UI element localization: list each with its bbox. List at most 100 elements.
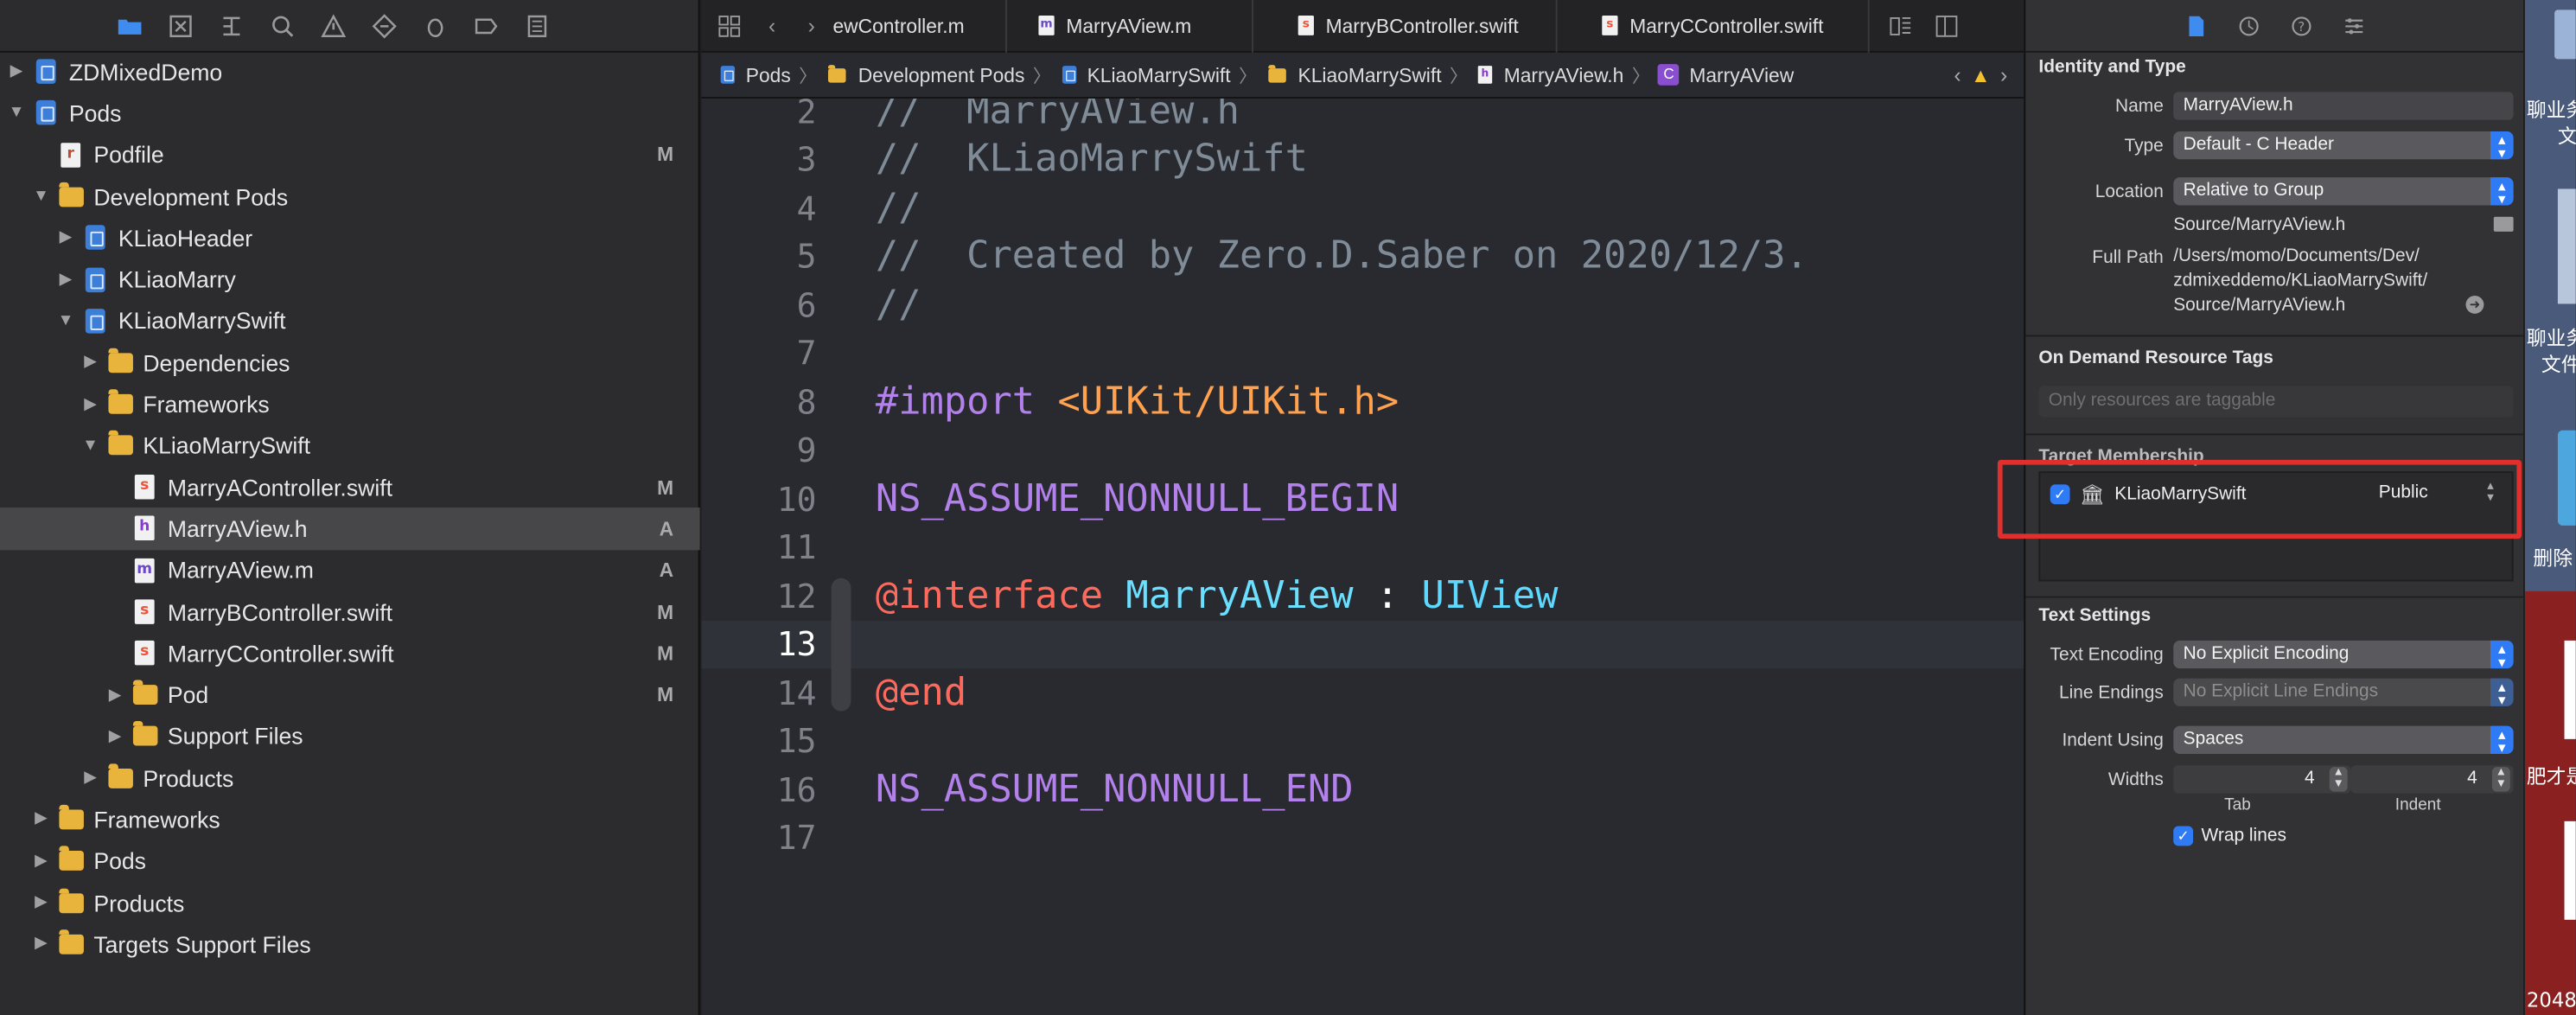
reveal-arrow-icon[interactable]: ➜	[2465, 295, 2484, 314]
file-tree-row[interactable]: ▶ Support Files	[0, 716, 700, 757]
code-line[interactable]: 8 #import <UIKit/UIKit.h>	[701, 378, 2024, 426]
disclosure-closed-icon[interactable]: ▶	[31, 810, 51, 828]
file-tree-row[interactable]: ▶ KLiaoHeader	[0, 217, 700, 259]
disclosure-closed-icon[interactable]: ▶	[7, 62, 27, 80]
disclosure-closed-icon[interactable]: ▶	[80, 769, 100, 787]
code-line[interactable]: 16 NS_ASSUME_NONNULL_END	[701, 765, 2024, 814]
related-items-icon[interactable]	[1886, 10, 1916, 40]
file-tree-row[interactable]: m MarryAView.m A	[0, 550, 700, 591]
file-tree-row[interactable]: ▶ Frameworks	[0, 383, 700, 425]
disclosure-open-icon[interactable]: ▼	[31, 188, 51, 206]
breadcrumb-kliaomarryswift-folder[interactable]: KLiaoMarrySwift	[1266, 63, 1442, 86]
debug-icon[interactable]	[421, 10, 450, 40]
code-line[interactable]: 9	[701, 426, 2024, 475]
warning-icon[interactable]	[319, 10, 348, 40]
folder-browse-icon[interactable]	[2493, 216, 2514, 232]
indent-width-stepper[interactable]: 4 ▲ ▼	[2350, 765, 2514, 794]
code-line[interactable]: 15	[701, 717, 2024, 765]
file-tree-row[interactable]: ▼ Development Pods	[0, 176, 700, 217]
file-tree-row[interactable]: ▼ Pods	[0, 93, 700, 134]
disclosure-closed-icon[interactable]: ▶	[80, 354, 100, 372]
file-tree-row[interactable]: h MarryAView.h A	[0, 507, 700, 550]
code-line[interactable]: 10 NS_ASSUME_NONNULL_BEGIN	[701, 475, 2024, 523]
file-tree-row[interactable]: ▼ KLiaoMarrySwift	[0, 425, 700, 466]
file-tree-row[interactable]: ▶ ZDMixedDemo	[0, 51, 700, 93]
desktop-file-icon[interactable]	[2564, 640, 2576, 739]
file-tree-row[interactable]: ▶ Dependencies	[0, 342, 700, 383]
tab-ewcontroller-m[interactable]: ewController.m	[826, 0, 1007, 52]
desktop-app-icon[interactable]	[2557, 430, 2576, 526]
tab-marryccontroller-swift[interactable]: s MarryCController.swift	[1558, 0, 1870, 52]
disclosure-open-icon[interactable]: ▼	[7, 105, 27, 123]
disclosure-closed-icon[interactable]: ▶	[80, 395, 100, 413]
back-arrow-icon[interactable]: ‹	[757, 10, 787, 40]
encoding-popup[interactable]: No Explicit Encoding ▴ ▾	[2173, 640, 2514, 669]
code-line[interactable]: 12 @interface MarryAView : UIView	[701, 571, 2024, 620]
tab-marryaview-m[interactable]: m MarryAView.m	[1007, 0, 1254, 52]
disclosure-closed-icon[interactable]: ▶	[31, 935, 51, 954]
attributes-icon[interactable]	[2340, 12, 2366, 38]
disclosure-open-icon[interactable]: ▼	[56, 312, 76, 330]
file-inspector-icon[interactable]	[2183, 12, 2209, 38]
disclosure-closed-icon[interactable]: ▶	[31, 852, 51, 871]
line-endings-popup[interactable]: No Explicit Line Endings ▴ ▾	[2173, 678, 2514, 707]
name-field[interactable]: MarryAView.h	[2173, 92, 2514, 120]
test-diamond-icon[interactable]	[370, 10, 399, 40]
disclosure-closed-icon[interactable]: ▶	[56, 229, 76, 247]
code-line[interactable]: 11	[701, 523, 2024, 571]
disclosure-closed-icon[interactable]: ▶	[105, 727, 125, 745]
help-icon[interactable]: ?	[2287, 12, 2313, 38]
tab-marrybcontroller-swift[interactable]: s MarryBController.swift	[1253, 0, 1558, 52]
report-icon[interactable]	[522, 10, 552, 40]
odr-tags-field[interactable]: Only resources are taggable	[2038, 386, 2514, 418]
breadcrumb-kliaomarryswift-target[interactable]: KLiaoMarrySwift	[1059, 62, 1231, 86]
file-tree-row[interactable]: ▶ KLiaoMarry	[0, 259, 700, 300]
desktop-file-icon[interactable]	[2554, 10, 2576, 60]
grid-icon[interactable]	[715, 10, 744, 40]
chevron-left-icon[interactable]: ‹	[1954, 62, 1961, 86]
disclosure-closed-icon[interactable]: ▶	[31, 894, 51, 912]
file-tree-row[interactable]: ▶ Frameworks	[0, 799, 700, 840]
code-line[interactable]: 2 // MarryAView.h	[701, 99, 2024, 136]
code-line[interactable]: 4 //	[701, 184, 2024, 233]
stepper-arrows-icon[interactable]: ▲ ▼	[2491, 767, 2510, 792]
source-control-icon[interactable]	[166, 10, 195, 40]
code-line[interactable]: 6 //	[701, 281, 2024, 329]
code-line[interactable]: 3 // KLiaoMarrySwift	[701, 136, 2024, 184]
disclosure-open-icon[interactable]: ▼	[80, 437, 100, 455]
type-popup[interactable]: Default - C Header ▴ ▾	[2173, 131, 2514, 160]
file-tree-row[interactable]: ▶ Pod M	[0, 674, 700, 716]
disclosure-closed-icon[interactable]: ▶	[56, 271, 76, 289]
file-tree-row[interactable]: ▶ Pods	[0, 840, 700, 882]
code-line[interactable]: 14 @end	[701, 668, 2024, 717]
file-tree-row[interactable]: ▶ Targets Support Files	[0, 923, 700, 965]
code-area[interactable]: 2 // MarryAView.h 3 // KLiaoMarrySwift 4 // 5 /…	[701, 99, 2024, 1015]
history-icon[interactable]	[2235, 12, 2260, 38]
code-line[interactable]: 13	[701, 620, 2024, 669]
location-popup[interactable]: Relative to Group ▴ ▾	[2173, 177, 2514, 206]
code-line[interactable]: 17	[701, 814, 2024, 862]
breakpoint-icon[interactable]	[471, 10, 501, 40]
breadcrumb-symbol[interactable]: C MarryAView	[1658, 63, 1794, 86]
search-icon[interactable]	[268, 10, 297, 40]
checkbox-checked[interactable]: ✓	[2173, 826, 2194, 846]
forward-arrow-icon[interactable]: ›	[797, 10, 826, 40]
file-tree-row[interactable]: ▼ KLiaoMarrySwift	[0, 300, 700, 342]
file-tree-row[interactable]: ▶ Products	[0, 882, 700, 923]
code-line[interactable]: 7	[701, 329, 2024, 378]
desktop-file-icon[interactable]	[2557, 188, 2576, 304]
file-tree-row[interactable]: s MarryCController.swift M	[0, 633, 700, 674]
disclosure-closed-icon[interactable]: ▶	[105, 686, 125, 704]
breadcrumb-pods[interactable]: Pods	[717, 62, 791, 86]
file-tree-row[interactable]: s MarryAController.swift M	[0, 466, 700, 507]
code-fold-ribbon[interactable]	[831, 578, 851, 711]
file-tree-row[interactable]: s MarryBController.swift M	[0, 591, 700, 633]
breadcrumb-development-pods[interactable]: Development Pods	[826, 63, 1024, 86]
warning-icon[interactable]: ▲	[1971, 63, 1991, 86]
indent-using-popup[interactable]: Spaces ▴ ▾	[2173, 725, 2514, 755]
file-tree-row[interactable]: ▶ Products	[0, 757, 700, 799]
tab-width-stepper[interactable]: 4 ▲ ▼	[2173, 765, 2351, 794]
folder-navigator-icon[interactable]	[115, 10, 144, 40]
stepper-arrows-icon[interactable]: ▲ ▼	[2329, 767, 2348, 792]
breadcrumb-file[interactable]: h MarryAView.h	[1476, 62, 1623, 86]
